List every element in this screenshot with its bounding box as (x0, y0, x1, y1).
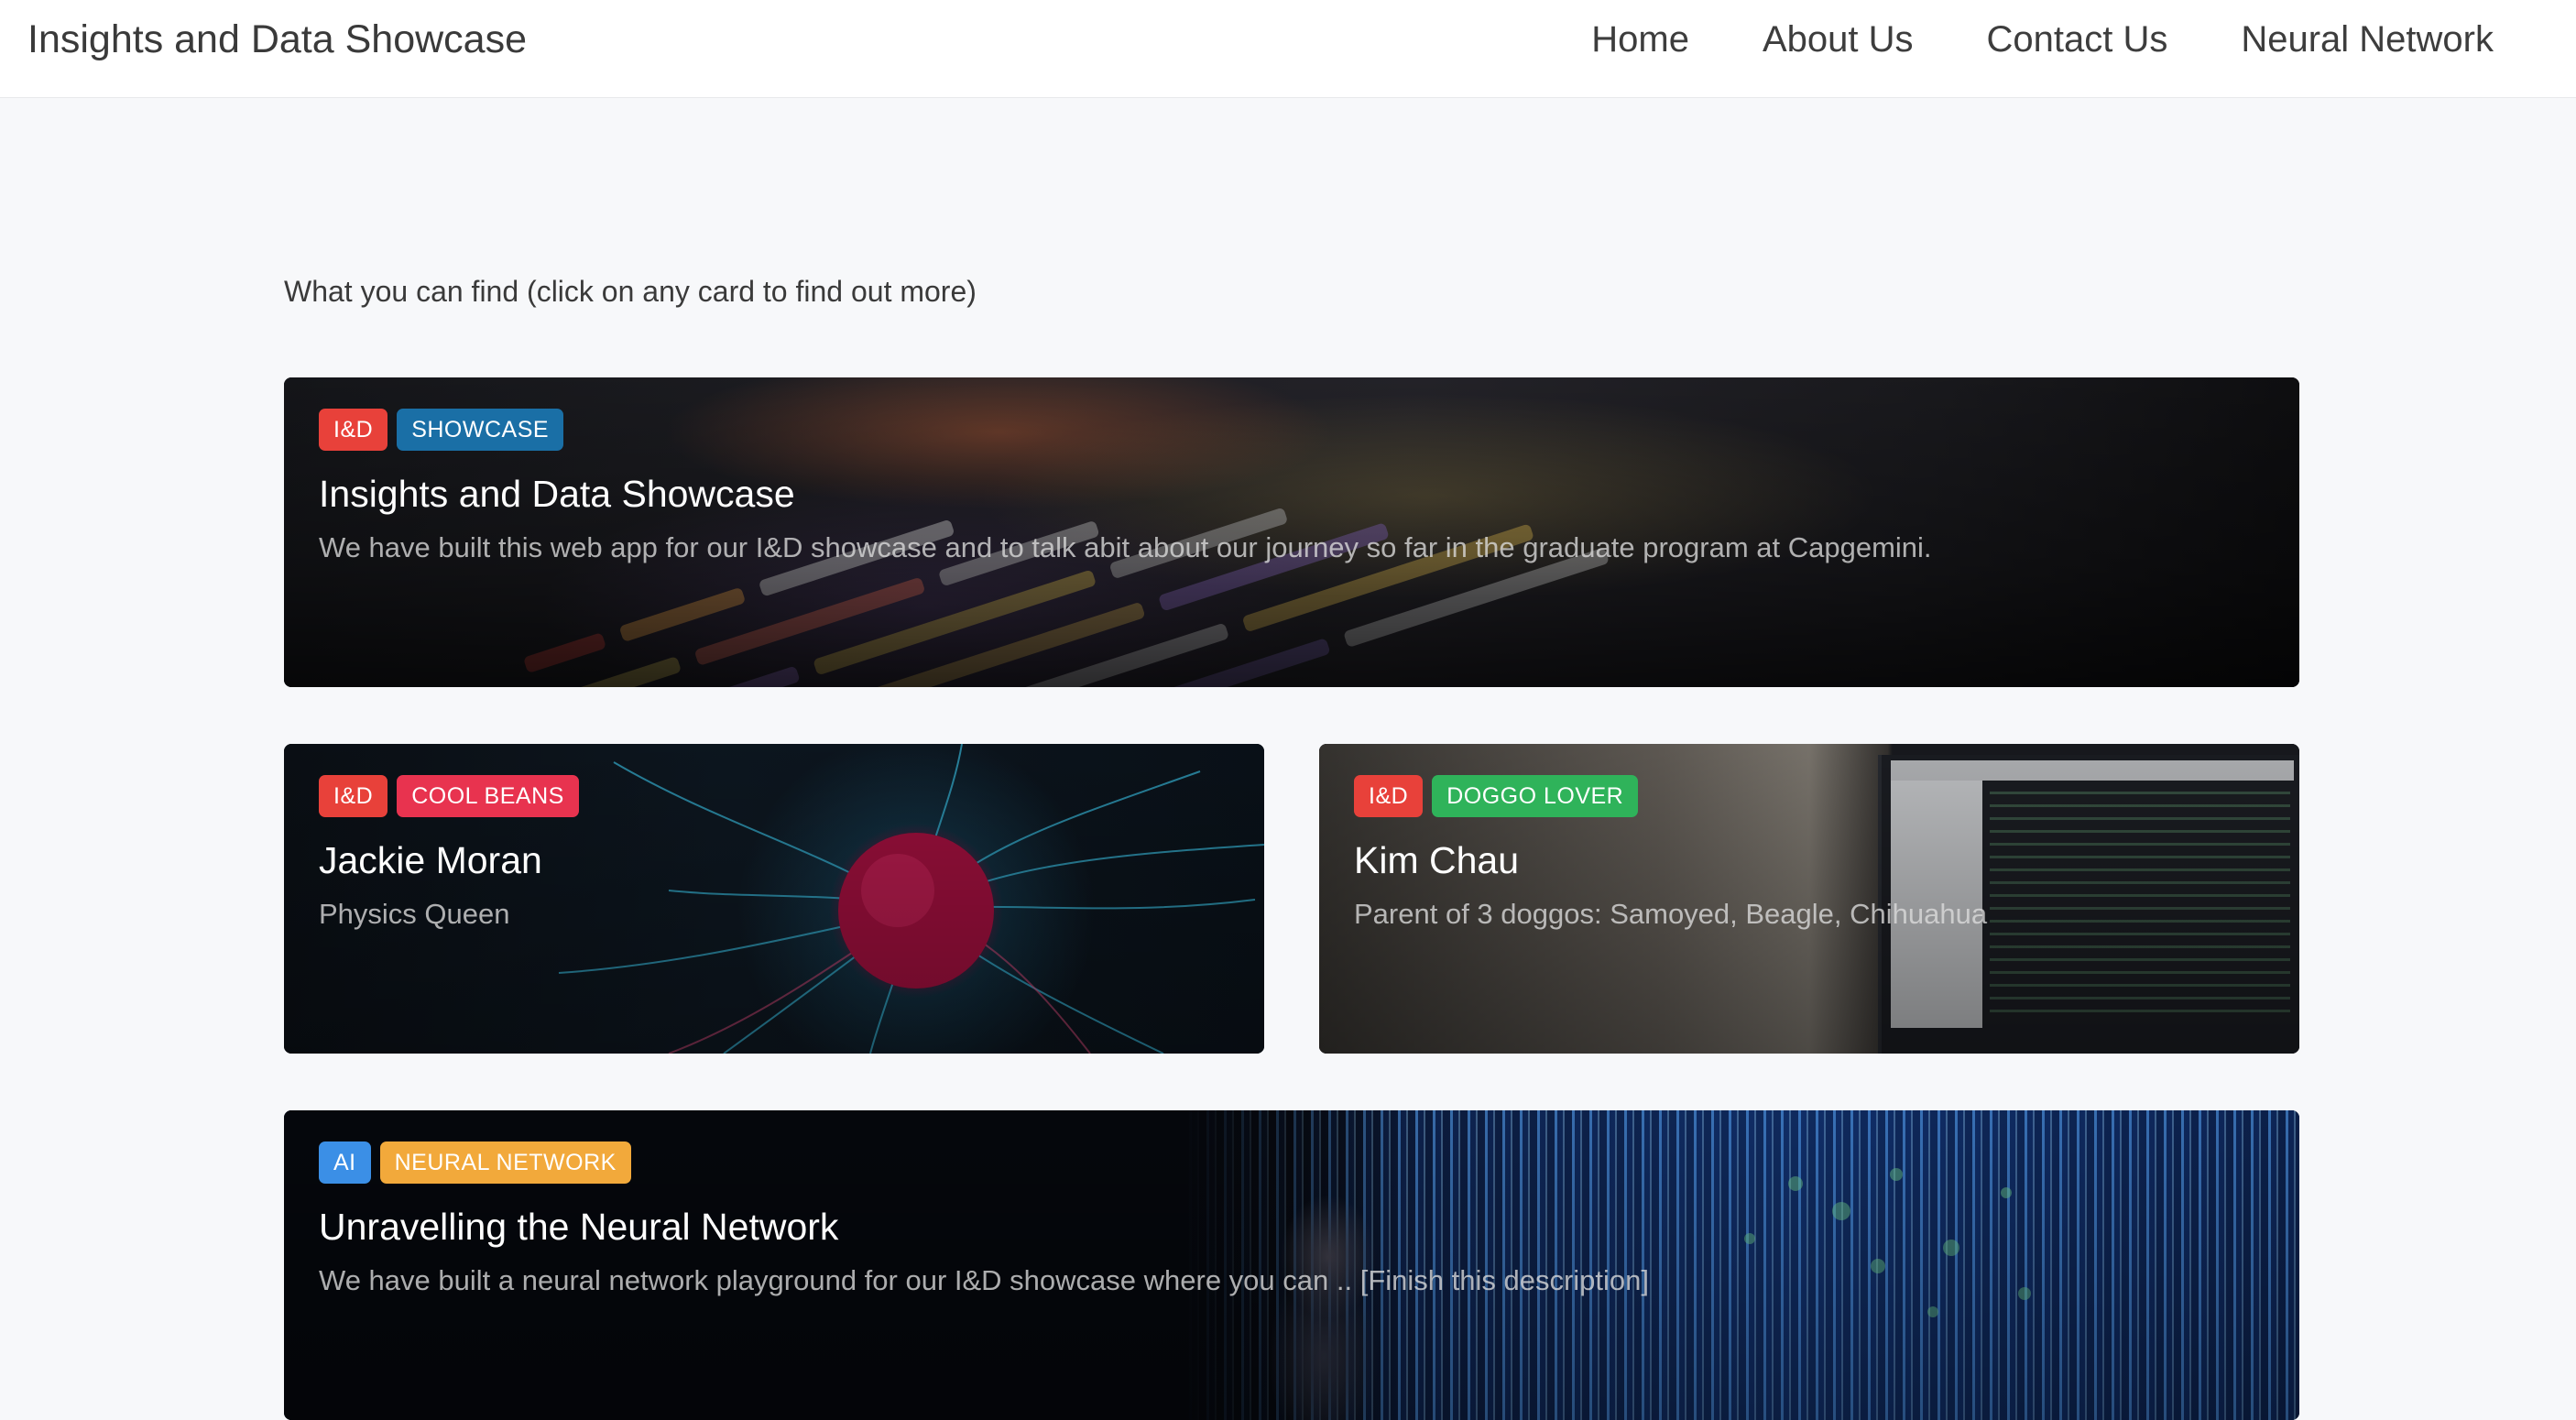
badge-ai: AI (319, 1141, 371, 1184)
card-title: Insights and Data Showcase (319, 473, 795, 515)
card-content: I&D COOL BEANS Jackie Moran Physics Quee… (319, 775, 1229, 933)
nav-link-neural-network[interactable]: Neural Network (2241, 19, 2494, 60)
card-neural-network[interactable]: AI NEURAL NETWORK Unravelling the Neural… (284, 1110, 2299, 1420)
card-showcase[interactable]: I&D SHOWCASE Insights and Data Showcase … (284, 377, 2299, 687)
nav-link-home[interactable]: Home (1591, 19, 1689, 60)
badge-neural-network: NEURAL NETWORK (379, 1141, 631, 1184)
nav-link-contact-us[interactable]: Contact Us (1986, 19, 2167, 60)
card-jackie-moran[interactable]: I&D COOL BEANS Jackie Moran Physics Quee… (284, 744, 1264, 1054)
top-navbar: Insights and Data Showcase Home About Us… (0, 0, 2576, 97)
badge-id: I&D (1354, 775, 1424, 817)
card-content: AI NEURAL NETWORK Unravelling the Neural… (319, 1141, 2265, 1299)
badge-group: I&D SHOWCASE (319, 409, 2265, 451)
card-title: Jackie Moran (319, 839, 542, 881)
nav-link-about-us[interactable]: About Us (1763, 19, 1914, 60)
card-title: Kim Chau (1354, 839, 1520, 881)
badge-showcase: SHOWCASE (397, 409, 564, 451)
badge-id: I&D (319, 409, 388, 451)
badge-doggo-lover: DOGGO LOVER (1432, 775, 1639, 817)
card-description: Physics Queen (319, 898, 510, 930)
card-title: Unravelling the Neural Network (319, 1206, 839, 1248)
nav-links: Home About Us Contact Us Neural Network (1591, 0, 2494, 79)
badge-group: I&D DOGGO LOVER (1354, 775, 2265, 817)
badge-group: I&D COOL BEANS (319, 775, 1229, 817)
card-description: We have built a neural network playgroun… (319, 1264, 1650, 1296)
badge-group: AI NEURAL NETWORK (319, 1141, 2265, 1184)
badge-id: I&D (319, 775, 388, 817)
card-content: I&D SHOWCASE Insights and Data Showcase … (319, 409, 2265, 566)
card-content: I&D DOGGO LOVER Kim Chau Parent of 3 dog… (1354, 775, 2265, 933)
card-kim-chau[interactable]: I&D DOGGO LOVER Kim Chau Parent of 3 dog… (1319, 744, 2299, 1054)
intro-text: What you can find (click on any card to … (284, 275, 977, 308)
badge-cool-beans: COOL BEANS (397, 775, 579, 817)
brand-title[interactable]: Insights and Data Showcase (27, 0, 527, 79)
card-description: Parent of 3 doggos: Samoyed, Beagle, Chi… (1354, 898, 1988, 930)
card-description: We have built this web app for our I&D s… (319, 531, 1932, 563)
